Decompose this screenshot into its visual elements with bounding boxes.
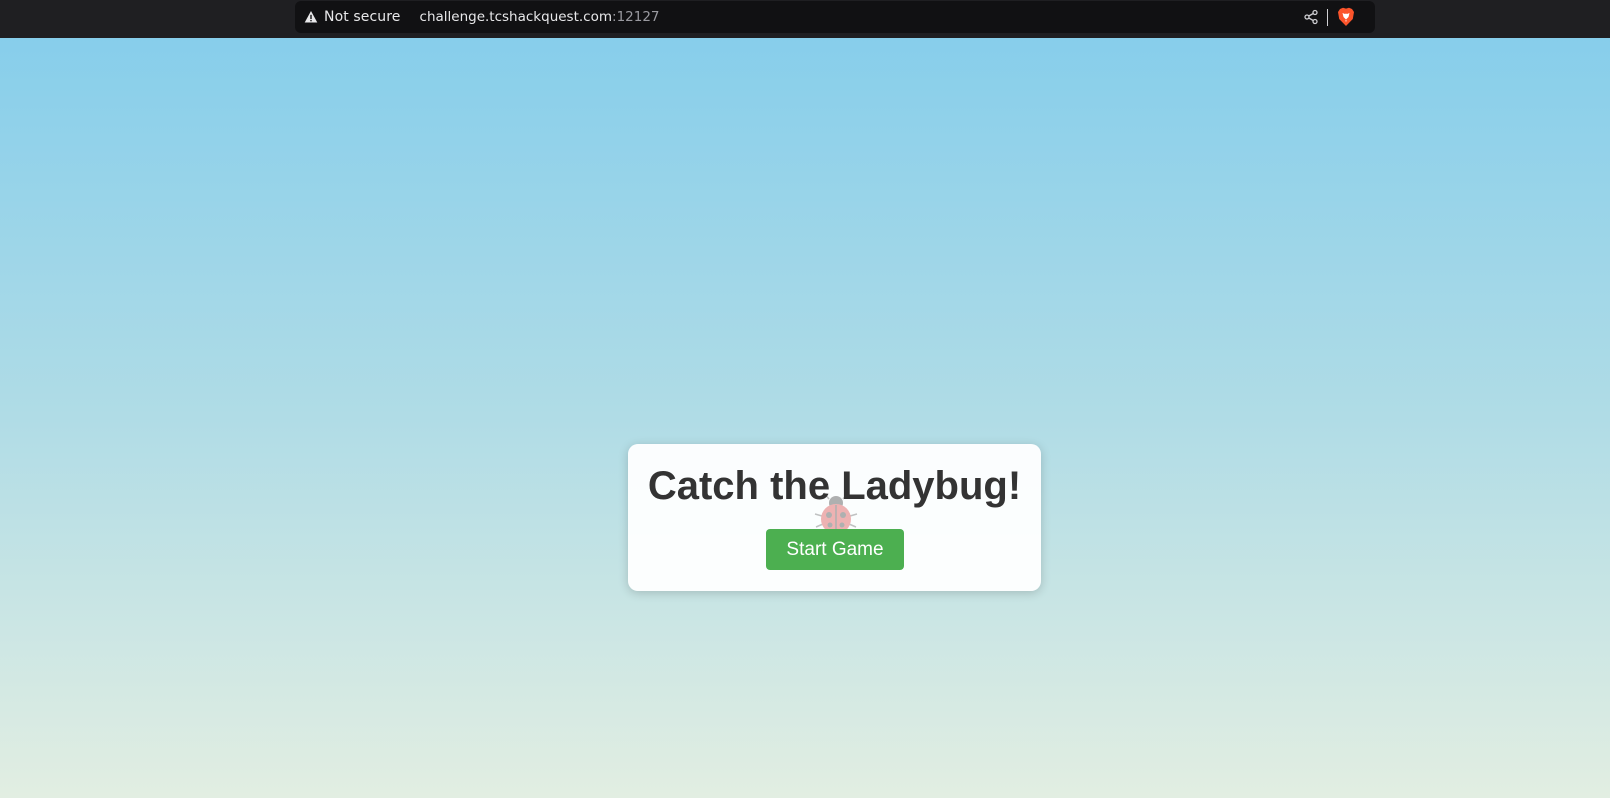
browser-toolbar: Not secure challenge.tcshackquest.com:12… [0, 0, 1610, 38]
game-background: Catch the Ladybug! Start Game [0, 38, 1610, 798]
address-bar[interactable]: Not secure challenge.tcshackquest.com:12… [295, 1, 1375, 33]
toolbar-divider [1327, 8, 1328, 26]
url-host: challenge.tcshackquest.com [419, 9, 613, 25]
security-status-label[interactable]: Not secure [324, 9, 401, 25]
url-port: :12127 [612, 9, 660, 25]
start-game-button[interactable]: Start Game [766, 529, 904, 570]
start-screen-card: Catch the Ladybug! Start Game [628, 444, 1041, 591]
brave-shield-icon[interactable] [1337, 7, 1355, 27]
url-text[interactable]: challenge.tcshackquest.com:12127 [420, 9, 660, 25]
address-bar-actions [1303, 1, 1355, 33]
game-title: Catch the Ladybug! [647, 464, 1022, 508]
warning-icon[interactable] [304, 10, 318, 24]
share-icon[interactable] [1303, 9, 1319, 25]
